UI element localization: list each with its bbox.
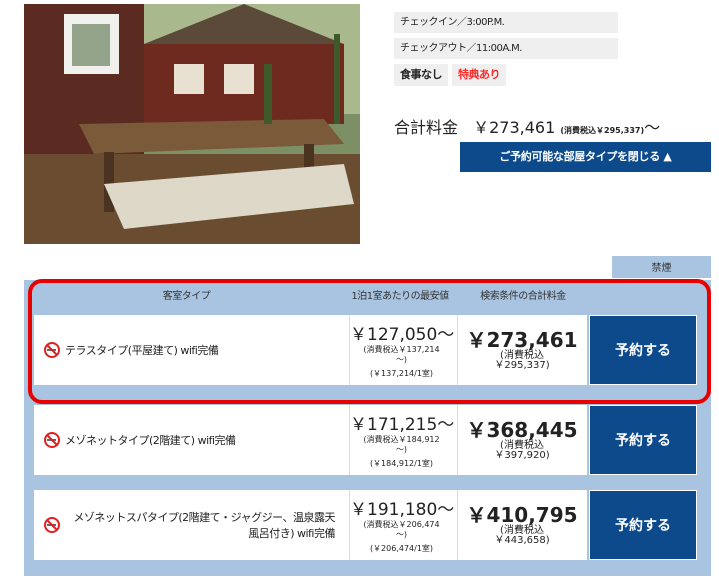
total-price-cell: ￥410,795 (消費税込 ￥443,658) (457, 490, 586, 560)
min-price-cell: ￥191,180〜 (消費税込￥206,474 〜) (￥206,474/1室) (349, 490, 455, 560)
min-price-tax: (消費税込￥206,474 (363, 520, 440, 529)
min-price: ￥171,215〜 (350, 415, 455, 435)
checkout-time: チェックアウト／11:00A.M. (394, 38, 618, 59)
total-tax: (消費税込￥295,337) (560, 126, 645, 135)
plan-tags: 食事なし 特典あり (394, 64, 506, 86)
row-total-price: ￥410,795 (466, 503, 578, 527)
checkin-time: チェックイン／3:00P.M. (394, 12, 618, 33)
row-total-tax: ￥397,920) (494, 450, 550, 461)
min-price-tax: (消費税込￥184,912 (363, 435, 440, 444)
close-room-types-button[interactable]: ご予約可能な部屋タイプを閉じる ▲ (460, 142, 711, 172)
total-label: 合計料金 (394, 118, 459, 137)
row-total-tax: ￥443,658) (494, 535, 550, 546)
no-smoking-icon (44, 432, 60, 448)
min-price: ￥191,180〜 (350, 500, 455, 520)
room-name[interactable]: メゾネットタイプ(2階建て) wifi完備 (65, 432, 236, 448)
room-photo (24, 4, 360, 244)
room-name-cell: メゾネットスパタイプ(2階建て・ジャグジー、温泉露天風呂付き) wifi完備 (34, 490, 339, 560)
highlight-frame (28, 279, 711, 404)
room-name[interactable]: メゾネットスパタイプ(2階建て・ジャグジー、温泉露天風呂付き) wifi完備 (65, 509, 335, 541)
table-row: メゾネットスパタイプ(2階建て・ジャグジー、温泉露天風呂付き) wifi完備 ￥… (34, 490, 587, 560)
total-price-summary: 合計料金 ￥273,461 (消費税込￥295,337)〜 (394, 114, 660, 138)
total-price-cell: ￥368,445 (消費税込 ￥397,920) (457, 405, 586, 475)
book-button[interactable]: 予約する (589, 490, 697, 560)
min-price-cell: ￥171,215〜 (消費税込￥184,912 〜) (￥184,912/1室) (349, 405, 455, 475)
min-price-tax-tilde: 〜) (395, 530, 408, 539)
per-room-price: (￥184,912/1室) (369, 459, 434, 468)
meal-tag: 食事なし (394, 64, 448, 86)
tab-no-smoking[interactable]: 禁煙 (612, 256, 711, 278)
no-smoking-icon (44, 517, 60, 533)
per-room-price: (￥206,474/1室) (369, 544, 434, 553)
total-price: ￥273,461 (473, 118, 556, 137)
min-price-tax-tilde: 〜) (395, 445, 408, 454)
special-tag: 特典あり (452, 64, 506, 86)
table-row: メゾネットタイプ(2階建て) wifi完備 ￥171,215〜 (消費税込￥18… (34, 405, 587, 475)
row-total-price: ￥368,445 (466, 418, 578, 442)
book-button[interactable]: 予約する (589, 405, 697, 475)
total-tilde: 〜 (644, 118, 661, 137)
room-name-cell: メゾネットタイプ(2階建て) wifi完備 (34, 405, 339, 475)
